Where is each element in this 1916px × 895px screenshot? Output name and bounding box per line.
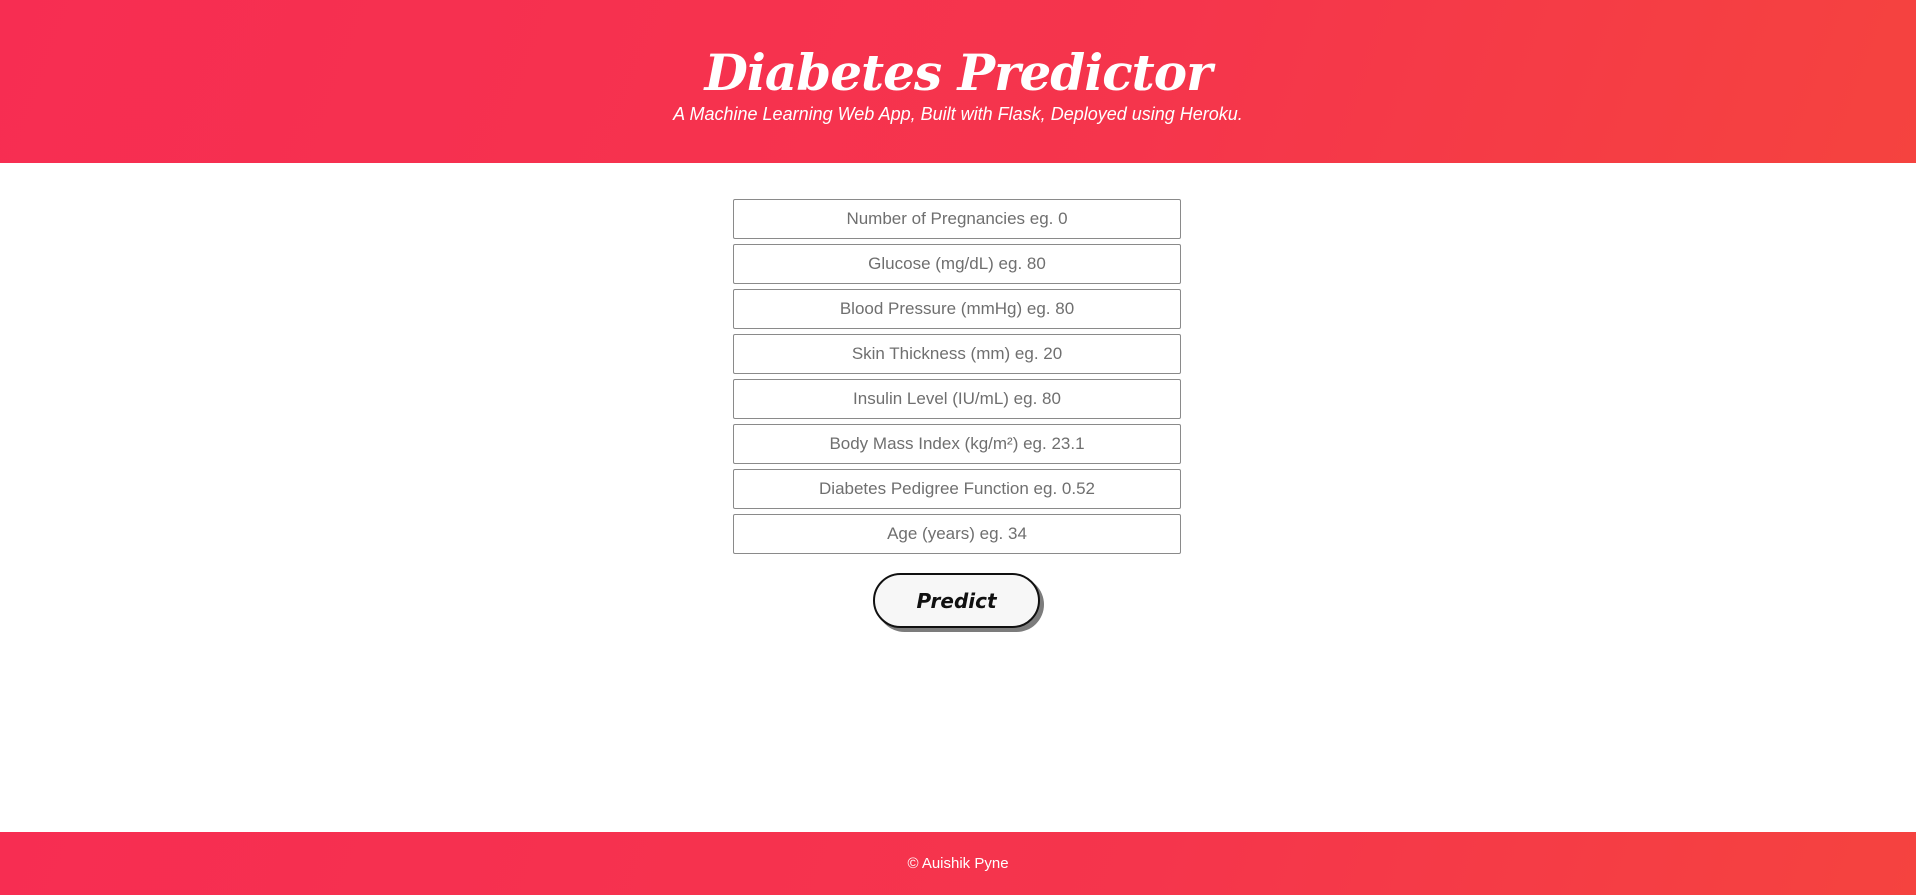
skin-thickness-input[interactable] <box>733 334 1181 374</box>
page-subtitle: A Machine Learning Web App, Built with F… <box>673 104 1243 124</box>
copyright-text: © Auishik Pyne <box>907 855 1009 872</box>
bmi-input[interactable] <box>733 424 1181 464</box>
age-input[interactable] <box>733 514 1181 554</box>
pregnancies-input[interactable] <box>733 199 1181 239</box>
prediction-form <box>733 199 1181 559</box>
page: Diabetes Predictor A Machine Learning We… <box>0 0 1916 895</box>
glucose-input[interactable] <box>733 244 1181 284</box>
insulin-input[interactable] <box>733 379 1181 419</box>
predict-button[interactable]: Predict <box>873 573 1040 628</box>
header-banner: Diabetes Predictor A Machine Learning We… <box>0 0 1916 163</box>
page-title: Diabetes Predictor <box>704 43 1213 102</box>
pedigree-function-input[interactable] <box>733 469 1181 509</box>
footer-banner: © Auishik Pyne <box>0 832 1916 895</box>
blood-pressure-input[interactable] <box>733 289 1181 329</box>
